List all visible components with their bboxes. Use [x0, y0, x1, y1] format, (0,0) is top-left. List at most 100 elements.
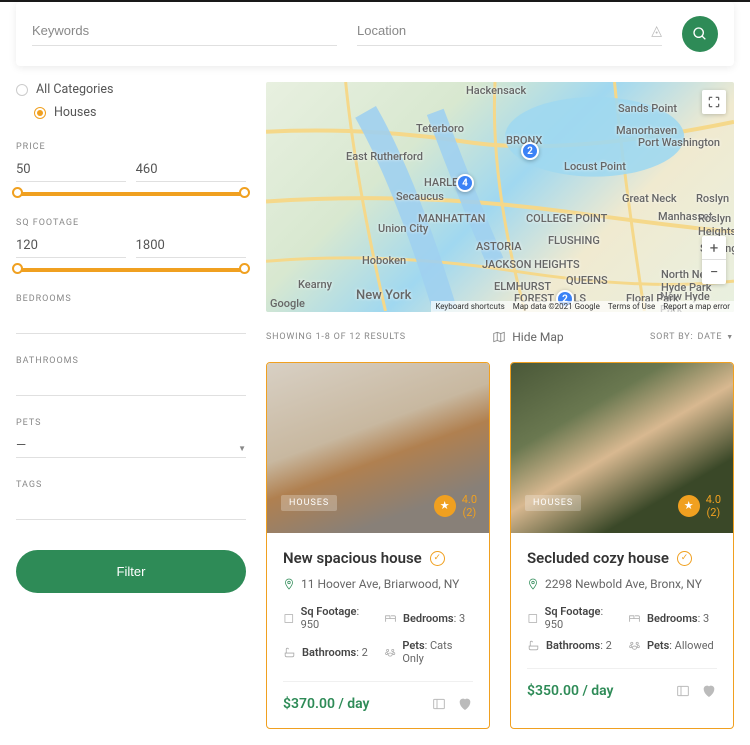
map-terms[interactable]: Terms of Use	[608, 302, 655, 311]
map-label: JACKSON HEIGHTS	[482, 258, 580, 271]
listing-image: HOUSES ★ 4.0(2)	[511, 363, 733, 533]
map-shortcuts[interactable]: Keyboard shortcuts	[435, 302, 504, 311]
location-input[interactable]	[357, 23, 651, 38]
price-slider[interactable]	[16, 192, 246, 196]
main: HackensackTeterboroEast RutherfordSecauc…	[266, 82, 734, 729]
keywords-input[interactable]	[32, 23, 337, 38]
star-icon: ★	[434, 495, 456, 517]
category-label: Houses	[54, 105, 96, 120]
map-label: MANHATTAN	[418, 212, 485, 225]
compare-icon[interactable]	[675, 683, 691, 699]
map-report[interactable]: Report a map error	[663, 302, 730, 311]
rating-text: 4.0(2)	[462, 493, 477, 519]
map-label: Secaucus	[396, 190, 444, 203]
locate-icon[interactable]: ◬	[651, 23, 662, 39]
heart-icon[interactable]	[457, 696, 473, 712]
listing-title[interactable]: New spacious house	[283, 549, 422, 567]
filter-button[interactable]: Filter	[16, 550, 246, 593]
map-icon	[492, 330, 506, 344]
verified-icon: ✓	[430, 551, 445, 566]
listing-card[interactable]: HOUSES ★ 4.0(2) Secluded cozy house ✓ 22…	[510, 362, 734, 729]
map-label: QUEENS	[566, 274, 608, 287]
map-label: COLLEGE POINT	[526, 212, 607, 225]
meta-sqft: Sq Footage: 950	[527, 605, 616, 631]
category-badge: HOUSES	[525, 495, 581, 511]
map[interactable]: HackensackTeterboroEast RutherfordSecauc…	[266, 82, 734, 312]
sqft-min[interactable]: 120	[16, 238, 126, 258]
slider-thumb-right[interactable]	[239, 187, 250, 198]
listing-price: $370.00 / day	[283, 696, 370, 712]
location-wrap: ◬	[357, 23, 662, 46]
meta-sqft: Sq Footage: 950	[283, 605, 372, 631]
price-max[interactable]: 460	[136, 162, 246, 182]
listing-price: $350.00 / day	[527, 683, 614, 699]
bedrooms-label: BEDROOMS	[16, 294, 246, 304]
meta-bedrooms: Bedrooms: 3	[628, 605, 717, 631]
fullscreen-icon	[707, 95, 721, 109]
tags-label: TAGS	[16, 480, 246, 490]
chevron-down-icon: ▼	[726, 333, 734, 341]
listing-meta: Sq Footage: 950 Bedrooms: 3 Bathrooms: 2…	[527, 605, 717, 652]
map-label: Hackensack	[466, 84, 526, 97]
pets-value: —	[16, 438, 26, 453]
listing-image: HOUSES ★ 4.0(2)	[267, 363, 489, 533]
card-body: Secluded cozy house ✓ 2298 Newbold Ave, …	[511, 533, 733, 715]
verified-icon: ✓	[677, 551, 692, 566]
card-footer: $350.00 / day	[527, 668, 717, 699]
listing-card[interactable]: HOUSES ★ 4.0(2) New spacious house ✓ 11 …	[266, 362, 490, 729]
listing-address[interactable]: 2298 Newbold Ave, Bronx, NY	[527, 577, 717, 591]
pets-icon	[384, 646, 396, 659]
listing-address[interactable]: 11 Hoover Ave, Briarwood, NY	[283, 577, 473, 591]
tags-input[interactable]	[16, 500, 246, 520]
price-inputs: 50 460	[16, 162, 246, 182]
map-label: ASTORIA	[476, 240, 522, 253]
map-label: Sands Point	[618, 102, 677, 115]
sqft-max[interactable]: 1800	[136, 238, 246, 258]
content: All Categories Houses PRICE 50 460 SQ FO…	[0, 66, 750, 745]
rating-text: 4.0(2)	[706, 493, 721, 519]
sqft-inputs: 120 1800	[16, 238, 246, 258]
card-body: New spacious house ✓ 11 Hoover Ave, Bria…	[267, 533, 489, 728]
meta-pets: Pets: Cats Only	[384, 639, 473, 665]
sqft-slider[interactable]	[16, 268, 246, 272]
slider-thumb-left[interactable]	[12, 263, 23, 274]
map-pin[interactable]: 2	[521, 142, 539, 160]
compare-icon[interactable]	[431, 696, 447, 712]
hide-map-button[interactable]: Hide Map	[492, 330, 563, 344]
map-label: FLUSHING	[548, 234, 600, 247]
map-label: Teterboro	[416, 122, 464, 135]
meta-bathrooms: Bathrooms: 2	[283, 639, 372, 665]
bathrooms-input[interactable]	[16, 376, 246, 396]
map-pin[interactable]: 4	[456, 174, 474, 192]
card-actions	[431, 696, 473, 712]
heart-icon[interactable]	[701, 683, 717, 699]
zoom-in-button[interactable]: +	[702, 236, 726, 260]
bathrooms-label: BATHROOMS	[16, 356, 246, 366]
map-zoom-control: + −	[702, 236, 726, 284]
map-label: Roslyn	[696, 192, 729, 205]
listing-title[interactable]: Secluded cozy house	[527, 549, 669, 567]
search-icon	[692, 26, 708, 42]
map-label: Great Neck	[622, 192, 677, 205]
meta-bedrooms: Bedrooms: 3	[384, 605, 473, 631]
price-min[interactable]: 50	[16, 162, 126, 182]
map-label: Port Washington	[638, 136, 720, 149]
bath-icon	[283, 646, 296, 659]
results-bar: SHOWING 1-8 OF 12 RESULTS Hide Map SORT …	[266, 330, 734, 344]
sqft-label: SQ FOOTAGE	[16, 218, 246, 228]
map-fullscreen-button[interactable]	[702, 90, 726, 114]
pets-select[interactable]: — ▼	[16, 438, 246, 458]
category-houses[interactable]: Houses	[34, 105, 246, 120]
slider-thumb-right[interactable]	[239, 263, 250, 274]
price-label: PRICE	[16, 142, 246, 152]
category-all[interactable]: All Categories	[16, 82, 246, 97]
meta-pets: Pets: Allowed	[628, 639, 717, 652]
zoom-out-button[interactable]: −	[702, 260, 726, 284]
bed-icon	[628, 612, 641, 625]
search-button[interactable]	[682, 16, 718, 52]
bedrooms-input[interactable]	[16, 314, 246, 334]
sort-select[interactable]: SORT BY: DATE ▼	[650, 332, 734, 342]
sqft-icon	[283, 612, 295, 625]
slider-thumb-left[interactable]	[12, 187, 23, 198]
map-label: New York	[356, 288, 411, 303]
